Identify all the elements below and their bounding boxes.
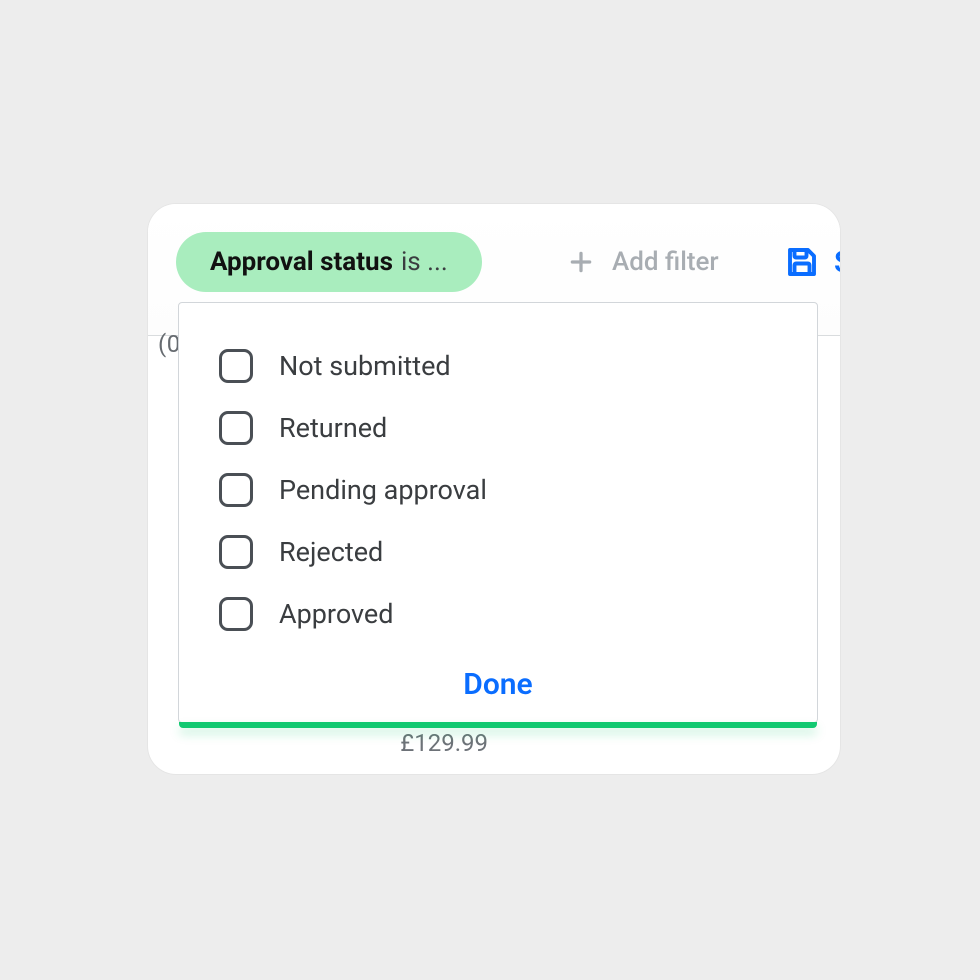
- save-icon: [784, 244, 820, 280]
- option-label: Returned: [279, 412, 387, 444]
- filter-chip-field: Approval status: [210, 249, 393, 275]
- save-button[interactable]: S: [784, 232, 840, 292]
- option-rejected[interactable]: Rejected: [179, 521, 817, 583]
- add-filter-label: Add filter: [612, 247, 719, 277]
- option-not-submitted[interactable]: Not submitted: [179, 335, 817, 397]
- amount-sub: £129.99: [278, 729, 488, 757]
- filter-chip-approval-status[interactable]: Approval status is ...: [176, 232, 482, 292]
- checkbox[interactable]: [219, 597, 253, 631]
- filter-dropdown: Not submitted Returned Pending approval …: [178, 302, 818, 723]
- done-button[interactable]: Done: [179, 667, 817, 702]
- checkbox[interactable]: [219, 535, 253, 569]
- add-filter-button[interactable]: Add filter: [568, 232, 719, 292]
- option-label: Rejected: [279, 536, 383, 568]
- option-label: Approved: [279, 598, 393, 630]
- option-label: Pending approval: [279, 474, 487, 506]
- plus-icon: [568, 249, 594, 275]
- save-label: S: [834, 245, 840, 280]
- option-pending-approval[interactable]: Pending approval: [179, 459, 817, 521]
- checkbox[interactable]: [219, 473, 253, 507]
- checkbox[interactable]: [219, 411, 253, 445]
- filter-chip-condition: is ...: [401, 249, 448, 275]
- checkbox[interactable]: [219, 349, 253, 383]
- option-approved[interactable]: Approved: [179, 583, 817, 645]
- option-label: Not submitted: [279, 350, 451, 382]
- option-returned[interactable]: Returned: [179, 397, 817, 459]
